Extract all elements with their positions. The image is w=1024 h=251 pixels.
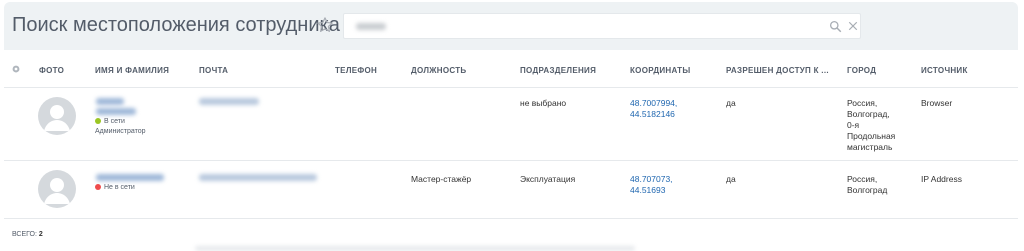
- city-line: Волгоград: [847, 185, 888, 195]
- city-line: Волгоград,: [847, 109, 890, 119]
- access-cell: да: [726, 98, 736, 108]
- column-department[interactable]: ПОДРАЗДЕЛЕНИЯ: [520, 66, 596, 75]
- online-dot-icon: [95, 118, 101, 124]
- status-text: В сети: [104, 118, 125, 125]
- city-line: магистраль: [847, 142, 893, 152]
- status-badge: Не в сети: [95, 184, 135, 191]
- close-icon[interactable]: [847, 20, 859, 32]
- table-row[interactable]: В сети Администратор не выбрано 48.70079…: [4, 88, 1018, 161]
- total-value: 2: [38, 231, 43, 238]
- employee-name-redacted[interactable]: [96, 174, 164, 181]
- column-phone[interactable]: ТЕЛЕФОН: [335, 66, 377, 75]
- avatar[interactable]: [38, 97, 76, 135]
- city-line: 0-я: [847, 120, 860, 130]
- search-value-redacted: [356, 23, 386, 30]
- employee-role: Администратор: [95, 128, 146, 135]
- user-icon: [44, 105, 70, 131]
- table-header: ФОТО ИМЯ И ФАМИЛИЯ ПОЧТА ТЕЛЕФОН ДОЛЖНОС…: [4, 50, 1018, 88]
- department-cell: Эксплуатация: [520, 174, 576, 184]
- star-icon[interactable]: [316, 16, 334, 34]
- column-position[interactable]: ДОЛЖНОСТЬ: [411, 66, 466, 75]
- city-line: Продольная: [847, 131, 896, 141]
- page-title: Поиск местоположения сотрудника: [12, 14, 340, 36]
- status-text: Не в сети: [104, 184, 135, 191]
- employee-name-redacted[interactable]: [96, 98, 124, 105]
- offline-dot-icon: [95, 184, 101, 190]
- search-icon[interactable]: [829, 20, 842, 33]
- panel-header: Поиск местоположения сотрудника: [4, 2, 1018, 50]
- latitude-text: 48.707073,: [630, 174, 673, 184]
- position-cell: Мастер-стажёр: [411, 174, 472, 184]
- city-line: Россия,: [847, 98, 878, 108]
- city-line: Россия,: [847, 174, 878, 184]
- longitude-text: 44.5182146: [630, 109, 675, 119]
- column-city[interactable]: ГОРОД: [847, 66, 876, 75]
- department-cell: не выбрано: [520, 98, 567, 108]
- coordinates-link[interactable]: 48.7007994, 44.5182146: [630, 98, 677, 120]
- column-name[interactable]: ИМЯ И ФАМИЛИЯ: [95, 66, 169, 75]
- column-source[interactable]: ИСТОЧНИК: [921, 66, 968, 75]
- avatar[interactable]: [38, 170, 76, 208]
- email-redacted[interactable]: [199, 98, 259, 105]
- source-cell: Browser: [921, 98, 953, 108]
- column-coordinates[interactable]: КООРДИНАТЫ: [630, 66, 690, 75]
- access-cell: да: [726, 174, 736, 184]
- column-email[interactable]: ПОЧТА: [199, 66, 228, 75]
- status-badge: В сети: [95, 118, 125, 125]
- employee-location-panel: Поиск местоположения сотрудника ФОТО ИМЯ…: [4, 2, 1018, 246]
- total-label: ВСЕГО:: [12, 231, 37, 238]
- city-cell: Россия, Волгоград: [847, 174, 887, 196]
- coordinates-link[interactable]: 48.707073, 44.51693: [630, 174, 673, 196]
- latitude-text: 48.7007994,: [630, 98, 678, 108]
- gear-icon[interactable]: [11, 64, 21, 74]
- footer-text-redacted: [195, 246, 635, 251]
- total-count: ВСЕГО: 2: [12, 231, 43, 238]
- longitude-text: 44.51693: [630, 185, 666, 195]
- table-row[interactable]: Не в сети Мастер-стажёр Эксплуатация 48.…: [4, 161, 1018, 219]
- employee-surname-redacted[interactable]: [96, 108, 136, 115]
- email-redacted[interactable]: [199, 174, 317, 181]
- column-access[interactable]: РАЗРЕШЕН ДОСТУП К ...: [726, 66, 829, 75]
- column-photo[interactable]: ФОТО: [39, 66, 64, 75]
- source-cell: IP Address: [921, 174, 962, 184]
- user-icon: [44, 178, 70, 204]
- search-input[interactable]: [343, 13, 861, 39]
- city-cell: Россия, Волгоград, 0-я Продольная магист…: [847, 98, 895, 153]
